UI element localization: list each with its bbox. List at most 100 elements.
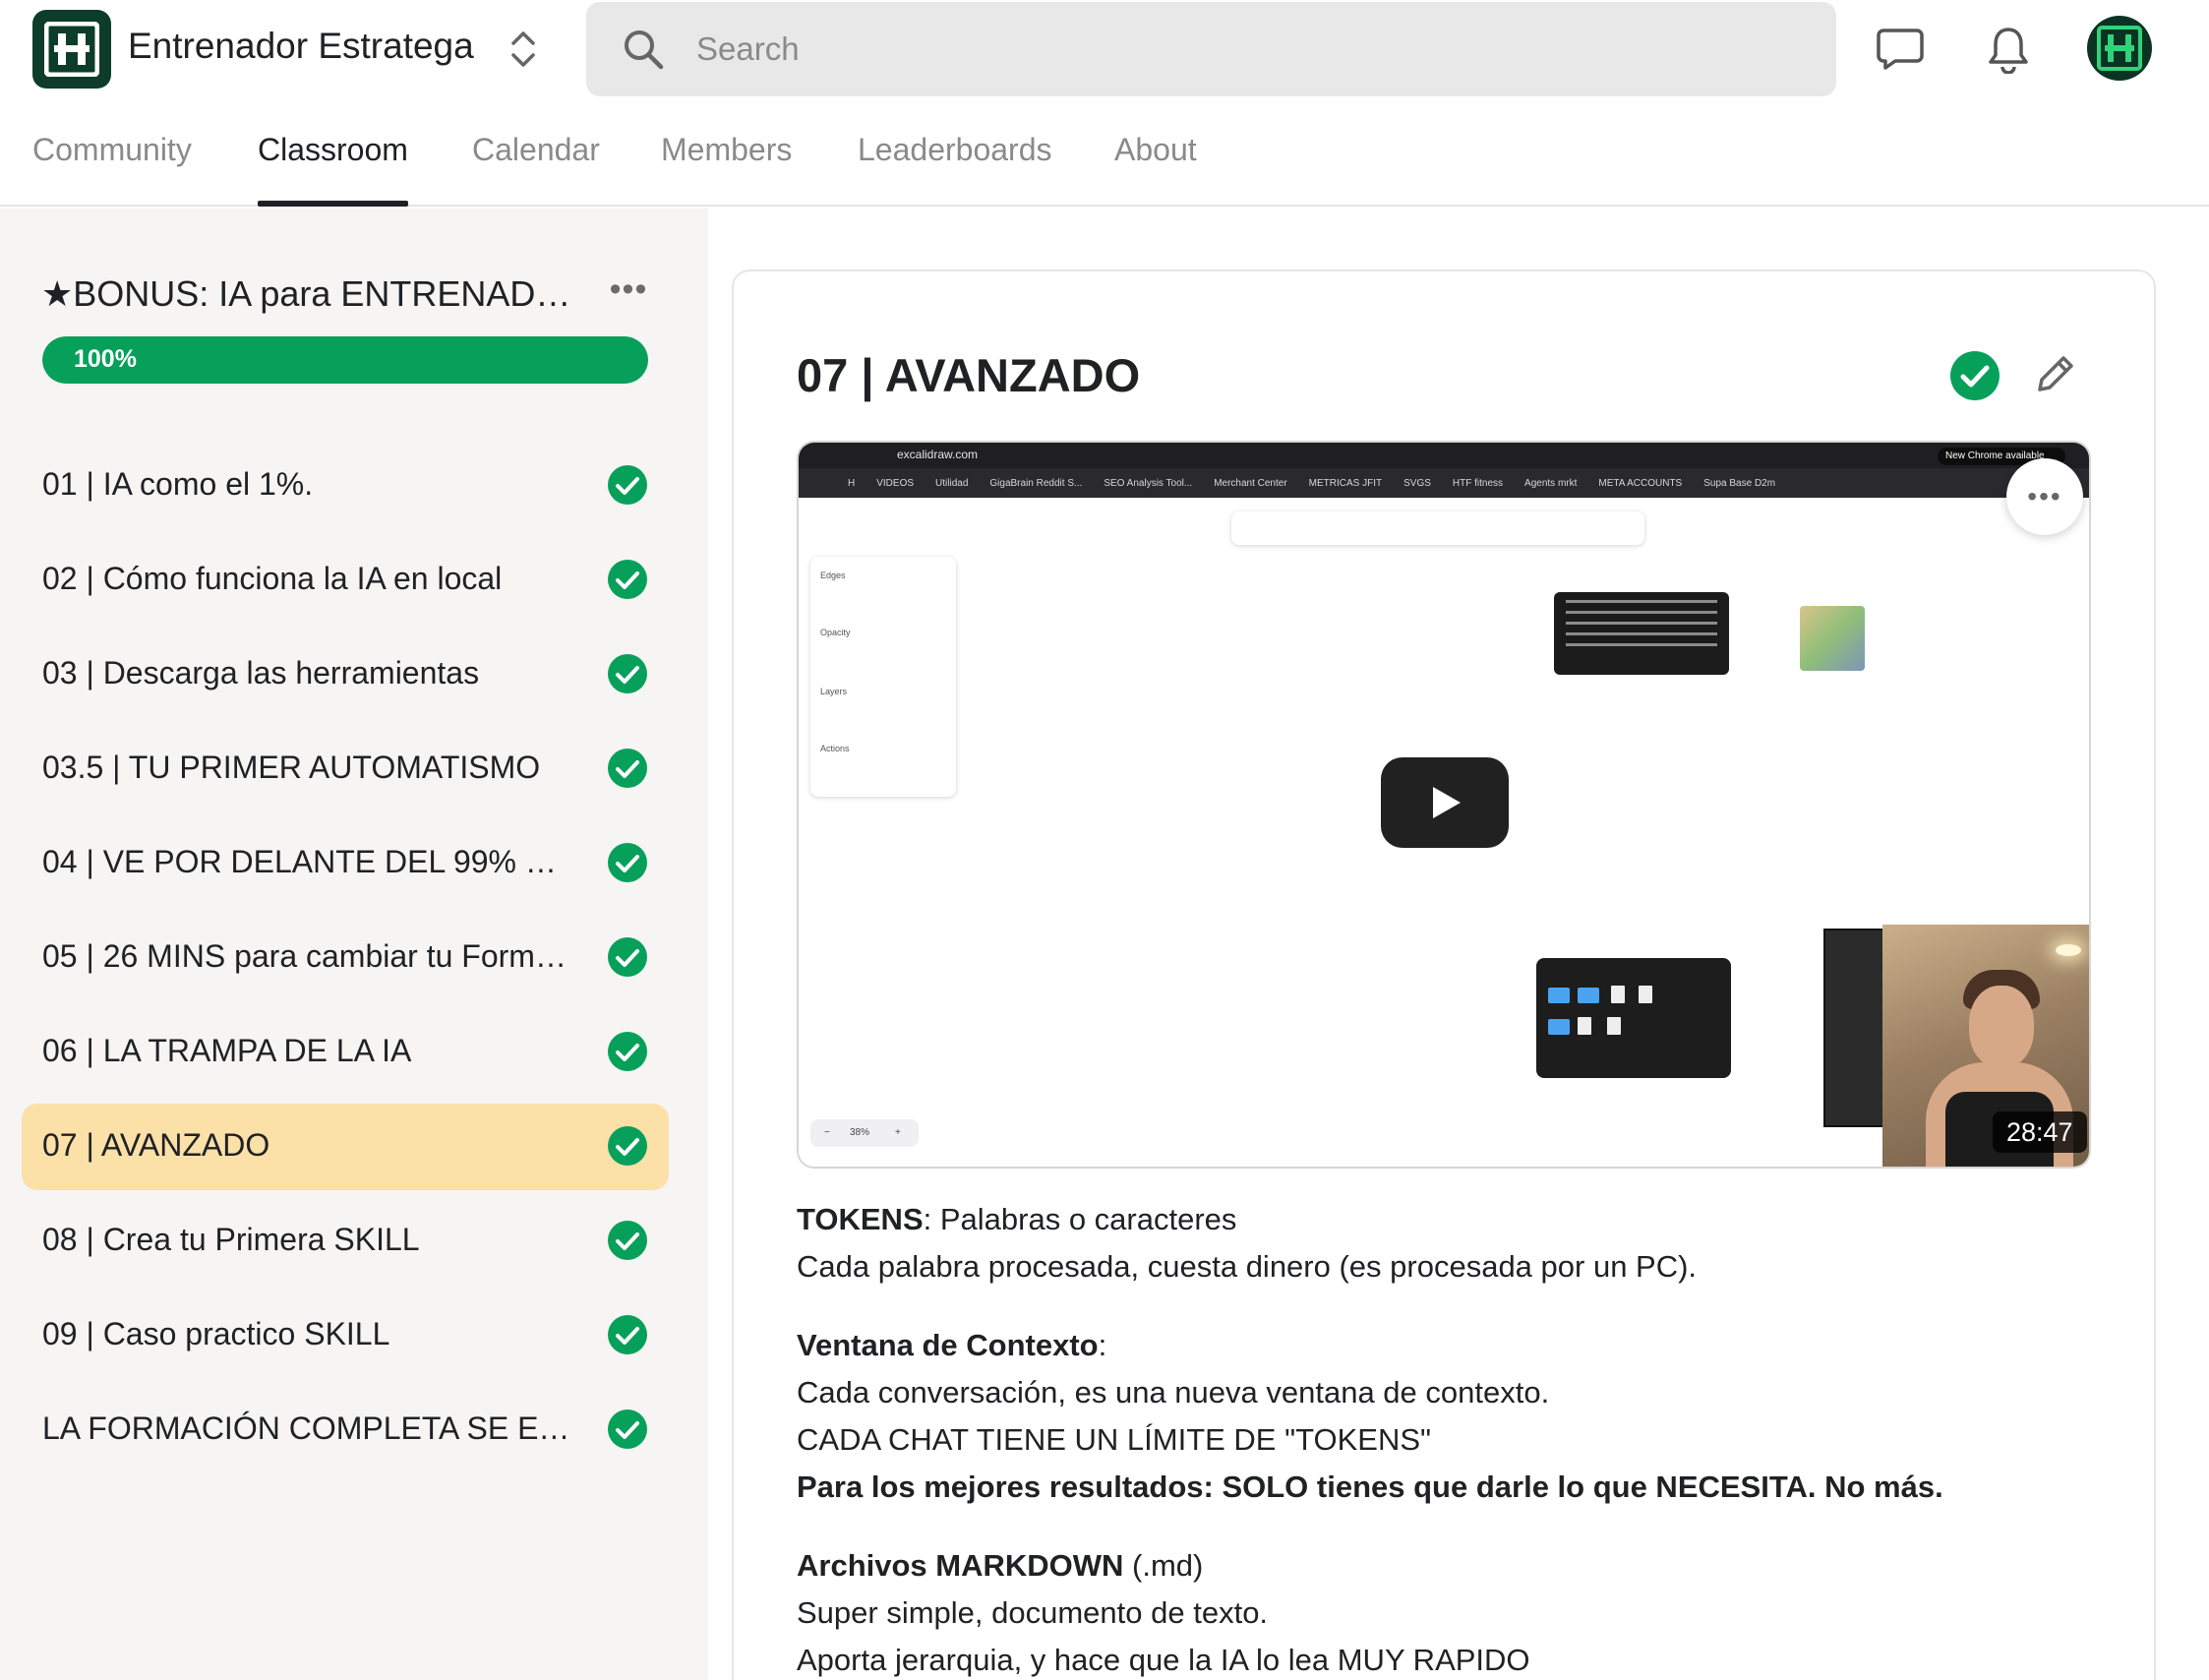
lesson-completed-check-icon — [608, 1221, 647, 1260]
video-bookmark: Merchant Center — [1214, 477, 1287, 489]
lesson-completed-check-icon — [608, 654, 647, 693]
lesson-item[interactable]: 03.5 | TU PRIMER AUTOMATISMO — [22, 726, 669, 812]
lesson-completed-check-icon — [608, 1032, 647, 1071]
video-bookmark: Supa Base D2m — [1703, 477, 1776, 489]
video-bookmark: SEO Analysis Tool... — [1104, 477, 1193, 489]
description-line: Aporta jerarquia, y hace que la IA lo le… — [797, 1643, 1530, 1677]
lesson-item[interactable]: 07 | AVANZADO — [22, 1104, 669, 1190]
search-input[interactable] — [696, 22, 1798, 77]
lesson-completed-check-icon — [608, 1410, 647, 1449]
lesson-title-text: 08 | Crea tu Primera SKILL — [42, 1222, 420, 1257]
video-zoom-control: −38% + — [810, 1119, 919, 1147]
completed-check-icon[interactable] — [1949, 350, 2000, 401]
video-player[interactable]: excalidraw.com New Chrome available H VID… — [797, 441, 2091, 1169]
avatar-icon — [2097, 26, 2142, 71]
grid-logo-icon — [44, 22, 99, 77]
lesson-title-text: 06 | LA TRAMPA DE LA IA — [42, 1033, 412, 1068]
community-logo[interactable] — [32, 10, 111, 89]
lesson-title-text: 03 | Descarga las herramientas — [42, 655, 480, 690]
lesson-title-text: 07 | AVANZADO — [42, 1127, 270, 1163]
lesson-title-text: 03.5 | TU PRIMER AUTOMATISMO — [42, 750, 541, 785]
lesson-content-card: 07 | AVANZADO excalidraw.com New Chrome … — [732, 270, 2156, 1680]
lesson-item[interactable]: LA FORMACIÓN COMPLETA SE EST... — [22, 1387, 669, 1473]
play-button[interactable] — [1381, 757, 1509, 848]
description-bold: TOKENS — [797, 1202, 924, 1236]
video-toolbar — [1231, 511, 1644, 545]
lesson-item[interactable]: 09 | Caso practico SKILL — [22, 1292, 669, 1379]
lesson-item[interactable]: 01 | IA como el 1%. — [22, 443, 669, 529]
description-line: Para los mejores resultados: SOLO tienes… — [797, 1464, 2095, 1511]
lesson-item[interactable]: 03 | Descarga las herramientas — [22, 631, 669, 718]
lesson-completed-check-icon — [608, 937, 647, 977]
lesson-completed-check-icon — [608, 465, 647, 505]
progress-percent: 100% — [74, 345, 137, 373]
lesson-item[interactable]: 08 | Crea tu Primera SKILL — [22, 1198, 669, 1285]
video-bookmark: GigaBrain Reddit S... — [989, 477, 1083, 489]
video-duration: 28:47 — [1993, 1111, 2087, 1153]
video-browser-bar: excalidraw.com New Chrome available — [799, 443, 2089, 468]
tab-calendar[interactable]: Calendar — [472, 132, 600, 207]
lesson-description: TOKENS: Palabras o caracteres Cada palab… — [797, 1196, 2095, 1680]
description-line: Archivos MARKDOWN (.md) — [797, 1542, 2095, 1590]
video-zoom-text: 38% — [850, 1127, 870, 1138]
lesson-title-text: 01 | IA como el 1%. — [42, 466, 314, 502]
video-bookmarks-bar: H VIDEOS Utilidad GigaBrain Reddit S... SEO … — [799, 468, 2089, 498]
tab-about[interactable]: About — [1114, 132, 1197, 207]
avatar[interactable] — [2087, 16, 2152, 81]
lesson-item[interactable]: 02 | Cómo funciona la IA en local — [22, 537, 669, 624]
lesson-title-text: 09 | Caso practico SKILL — [42, 1316, 390, 1351]
chat-bubble-icon[interactable] — [1873, 22, 1928, 77]
video-bookmark: METRICAS JFIT — [1308, 477, 1383, 489]
lesson-title-text: 05 | 26 MINS para cambiar tu Forma... — [42, 938, 573, 974]
tab-leaderboards[interactable]: Leaderboards — [858, 132, 1051, 207]
tab-community[interactable]: Community — [32, 132, 192, 207]
description-line: Super simple, documento de texto. — [797, 1595, 1269, 1630]
lesson-completed-check-icon — [608, 749, 647, 788]
description-line: CADA CHAT TIENE UN LÍMITE DE "TOKENS" — [797, 1422, 1432, 1457]
description-bold: Para los mejores resultados: SOLO tienes… — [797, 1470, 1943, 1504]
lesson-title: 07 | AVANZADO — [797, 349, 1141, 401]
video-bookmark: Agents mrkt — [1524, 477, 1578, 489]
description-bold: Ventana de Contexto — [797, 1328, 1099, 1362]
lesson-list: 01 | IA como el 1%. 02 | Cómo funciona la… — [22, 443, 669, 1481]
video-prop-label: Opacity — [820, 628, 851, 637]
video-bookmark: H — [848, 477, 856, 489]
video-prop-label: Layers — [820, 687, 848, 696]
lesson-completed-check-icon — [608, 1315, 647, 1354]
more-options-icon[interactable]: ••• — [604, 270, 653, 309]
course-title[interactable]: ★BONUS: IA para ENTRENADORES — [41, 273, 592, 315]
video-bookmark: META ACCOUNTS — [1598, 477, 1683, 489]
lesson-item[interactable]: 06 | LA TRAMPA DE LA IA — [22, 1009, 669, 1096]
video-3d-image — [1800, 606, 1865, 671]
video-bookmark: VIDEOS — [876, 477, 915, 489]
play-icon — [1433, 787, 1461, 818]
bell-icon[interactable] — [1981, 22, 2036, 77]
video-more-icon[interactable]: ••• — [2006, 458, 2083, 535]
tab-members[interactable]: Members — [661, 132, 792, 207]
description-bold: Archivos MARKDOWN — [797, 1548, 1124, 1583]
video-properties-panel: Edges Opacity Layers Actions — [810, 557, 956, 797]
description-text: : — [1098, 1328, 1107, 1362]
course-sidebar: ★BONUS: IA para ENTRENADORES ••• 100% 01… — [0, 209, 708, 1680]
top-header: Entrenador Estratega Community Classroom… — [0, 0, 2209, 207]
tab-classroom[interactable]: Classroom — [258, 132, 408, 207]
community-name[interactable]: Entrenador Estratega — [128, 26, 474, 67]
lesson-item[interactable]: 04 | VE POR DELANTE DEL 99% de l... — [22, 820, 669, 907]
lesson-item[interactable]: 05 | 26 MINS para cambiar tu Forma... — [22, 915, 669, 1001]
video-terminal-card — [1554, 592, 1729, 675]
community-switcher-icon[interactable] — [504, 26, 543, 73]
video-bookmark: Utilidad — [935, 477, 969, 489]
course-progress-bar: 100% — [42, 336, 648, 384]
search-icon — [625, 30, 664, 70]
lesson-title-text: LA FORMACIÓN COMPLETA SE EST... — [42, 1410, 573, 1446]
description-line: Cada conversación, es una nueva ventana … — [797, 1375, 1550, 1410]
video-url-text: excalidraw.com — [897, 448, 979, 461]
lesson-completed-check-icon — [608, 843, 647, 882]
lesson-title-text: 02 | Cómo funciona la IA en local — [42, 561, 503, 596]
edit-pencil-icon[interactable] — [2030, 350, 2079, 399]
description-line: TOKENS: Palabras o caracteres — [797, 1196, 2095, 1243]
lesson-completed-check-icon — [608, 560, 647, 599]
video-bookmark: SVGS — [1403, 477, 1431, 489]
video-folder-window — [1536, 958, 1731, 1078]
search-bar[interactable] — [586, 2, 1836, 96]
